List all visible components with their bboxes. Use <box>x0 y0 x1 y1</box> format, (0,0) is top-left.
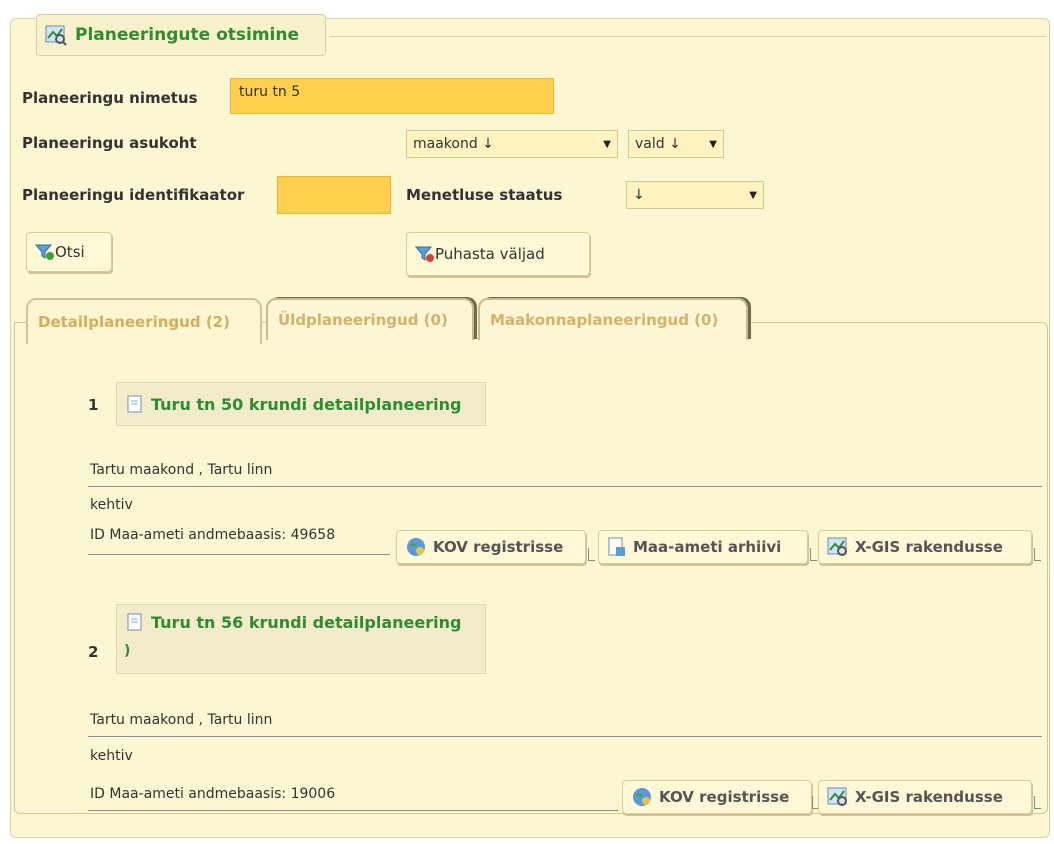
tab-general-plans[interactable]: Üldplaneeringud (0) <box>266 298 474 340</box>
legend-divider <box>330 36 1046 37</box>
result-divider <box>88 486 1042 487</box>
result-status: kehtiv <box>90 748 133 764</box>
parish-select[interactable]: vald ↓ ▼ <box>628 130 724 158</box>
dropdown-arrow-icon: ▼ <box>749 189 757 201</box>
fieldset-title: Planeeringute otsimine <box>75 25 300 45</box>
result-number: 1 <box>88 396 99 414</box>
tab-county-plans[interactable]: Maakonnaplaneeringud (0) <box>478 298 748 340</box>
map-search-icon <box>827 537 847 556</box>
fieldset-legend: Planeeringute otsimine <box>36 14 326 56</box>
tab-label: Üldplaneeringud (0) <box>278 311 448 329</box>
plan-id-input[interactable] <box>277 176 391 214</box>
clear-fields-button-label: Puhasta väljad <box>435 245 545 263</box>
result-location: Tartu maakond , Tartu linn <box>90 712 273 728</box>
search-button-label: Otsi <box>55 243 85 261</box>
tab-label: Maakonnaplaneeringud (0) <box>490 311 719 329</box>
document-icon <box>127 613 142 631</box>
proceeding-status-label: Menetluse staatus <box>406 186 563 204</box>
result-title: Turu tn 50 krundi detailplaneering <box>151 394 462 414</box>
result-title-link[interactable]: Turu tn 56 krundi detailplaneering <box>116 604 486 674</box>
separator <box>1034 796 1041 809</box>
county-select-value: maakond ↓ <box>413 136 494 152</box>
dropdown-arrow-icon: ▼ <box>603 138 611 150</box>
filter-search-icon <box>35 244 54 260</box>
result-divider <box>88 810 618 811</box>
plan-id-label: Planeeringu identifikaator <box>22 186 245 204</box>
plan-name-label: Planeeringu nimetus <box>22 89 198 107</box>
xgis-app-label: X-GIS rakendusse <box>855 788 1003 806</box>
globe-icon <box>407 538 425 556</box>
xgis-app-label: X-GIS rakendusse <box>855 538 1003 556</box>
document-icon <box>127 395 142 413</box>
land-board-archive-label: Maa-ameti arhiivi <box>633 538 782 556</box>
filter-clear-icon <box>415 246 434 262</box>
xgis-app-button[interactable]: X-GIS rakendusse <box>818 530 1032 564</box>
result-title: Turu tn 56 krundi detailplaneering <box>151 613 462 632</box>
kov-registry-button[interactable]: KOV registrisse <box>396 530 586 564</box>
tab-label: Detailplaneeringud (2) <box>38 313 230 331</box>
dropdown-arrow-icon: ▼ <box>709 138 717 150</box>
kov-registry-button[interactable]: KOV registrisse <box>622 780 812 814</box>
result-title-link[interactable]: Turu tn 50 krundi detailplaneering <box>116 382 486 426</box>
status-select-value: ↓ <box>633 187 645 203</box>
result-divider <box>88 736 1042 737</box>
proceeding-status-select[interactable]: ↓ ▼ <box>626 181 764 209</box>
result-status: kehtiv <box>90 497 133 513</box>
map-search-icon <box>827 787 847 806</box>
kov-registry-label: KOV registrisse <box>659 788 790 806</box>
map-search-icon <box>45 25 67 46</box>
result-divider <box>88 554 390 555</box>
separator <box>810 548 817 561</box>
plan-location-label: Planeeringu asukoht <box>22 134 197 152</box>
result-title-suffix: ) <box>124 643 131 659</box>
plan-name-input[interactable]: turu tn 5 <box>230 78 554 114</box>
search-button[interactable]: Otsi <box>26 232 112 272</box>
kov-registry-label: KOV registrisse <box>433 538 564 556</box>
globe-icon <box>633 788 651 806</box>
tab-detail-plans[interactable]: Detailplaneeringud (2) <box>26 298 262 344</box>
county-select[interactable]: maakond ↓ ▼ <box>406 130 618 158</box>
clear-fields-button[interactable]: Puhasta väljad <box>406 232 590 276</box>
land-board-archive-button[interactable]: Maa-ameti arhiivi <box>598 530 808 564</box>
result-number: 2 <box>88 643 99 661</box>
xgis-app-button[interactable]: X-GIS rakendusse <box>818 780 1032 814</box>
parish-select-value: vald ↓ <box>635 136 681 152</box>
result-id: ID Maa-ameti andmebaasis: 19006 <box>90 786 336 802</box>
result-location: Tartu maakond , Tartu linn <box>90 462 273 478</box>
result-id: ID Maa-ameti andmebaasis: 49658 <box>90 527 336 543</box>
separator <box>588 548 595 561</box>
separator <box>1034 548 1041 561</box>
archive-document-icon <box>608 537 625 556</box>
